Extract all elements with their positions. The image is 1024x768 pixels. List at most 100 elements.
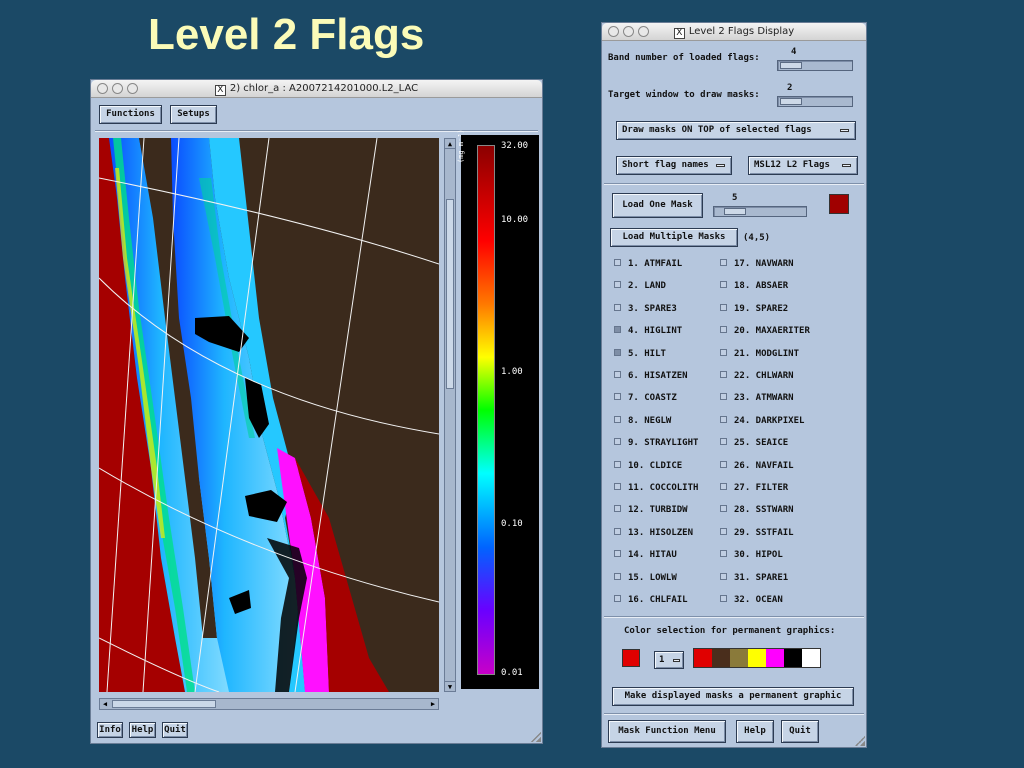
flag-row[interactable]: 2. LAND (614, 279, 666, 293)
flag-checkbox[interactable] (720, 483, 727, 490)
flag-row[interactable]: 18. ABSAER (720, 279, 788, 293)
image-vertical-scrollbar[interactable]: ▲ ▼ (444, 138, 456, 692)
image-window-titlebar[interactable]: X 2) chlor_a : A2007214201000.L2_LAC (91, 80, 542, 98)
horizontal-scroll-thumb[interactable] (112, 700, 216, 708)
vertical-scroll-thumb[interactable] (446, 199, 454, 389)
palette-color-swatch[interactable] (712, 649, 730, 667)
scroll-left-icon[interactable]: ◀ (100, 699, 110, 709)
flag-checkbox[interactable] (720, 393, 727, 401)
flag-checkbox[interactable] (614, 371, 621, 378)
flag-checkbox[interactable] (720, 348, 727, 356)
flag-row[interactable]: 16. CHLFAIL (614, 593, 688, 607)
flag-row[interactable]: 5. HILT (614, 347, 666, 361)
flag-row[interactable]: 30. HIPOL (720, 548, 783, 562)
palette-color-swatch[interactable] (784, 649, 802, 667)
palette-color-swatch[interactable] (766, 649, 784, 667)
flag-checkbox[interactable] (614, 415, 621, 423)
palette-color-swatch[interactable] (694, 649, 712, 667)
resize-grip-icon[interactable] (531, 732, 541, 742)
flag-checkbox[interactable] (720, 281, 727, 289)
help-button[interactable]: Help (129, 722, 156, 738)
flag-checkbox[interactable] (720, 572, 727, 580)
band-number-slider[interactable] (777, 60, 853, 71)
flag-row[interactable]: 19. SPARE2 (720, 302, 788, 316)
flag-checkbox[interactable] (720, 303, 727, 311)
flag-row[interactable]: 8. NEGLW (614, 414, 671, 428)
minimize-window-icon[interactable] (623, 26, 634, 37)
flag-checkbox[interactable] (614, 483, 621, 490)
flag-row[interactable]: 28. SSTWARN (720, 503, 794, 517)
flag-checkbox[interactable] (720, 438, 727, 446)
flags-quit-button[interactable]: Quit (781, 720, 819, 743)
setups-button[interactable]: Setups (170, 105, 217, 124)
flag-checkbox[interactable] (614, 550, 621, 558)
minimize-window-icon[interactable] (112, 83, 123, 94)
line-width-dropdown[interactable]: 1 (654, 651, 684, 669)
flag-checkbox[interactable] (614, 438, 621, 446)
flag-row[interactable]: 13. HISOLZEN (614, 526, 693, 540)
flag-checkbox[interactable] (720, 527, 727, 535)
flag-checkbox[interactable] (720, 550, 727, 558)
name-mode-dropdown[interactable]: Short flag names (616, 156, 732, 175)
quit-button[interactable]: Quit (162, 722, 188, 738)
flag-row[interactable]: 27. FILTER (720, 481, 788, 495)
flags-window-titlebar[interactable]: X Level 2 Flags Display (602, 23, 866, 41)
flag-row[interactable]: 20. MAXAERITER (720, 324, 810, 338)
zoom-window-icon[interactable] (127, 83, 138, 94)
flag-row[interactable]: 11. COCCOLITH (614, 481, 698, 495)
flag-checkbox[interactable] (614, 527, 621, 535)
flag-row[interactable]: 1. ATMFAIL (614, 257, 682, 271)
flags-help-button[interactable]: Help (736, 720, 774, 743)
flag-row[interactable]: 26. NAVFAIL (720, 459, 794, 473)
flag-checkbox[interactable] (614, 595, 621, 602)
flag-checkbox[interactable] (720, 505, 727, 513)
functions-button[interactable]: Functions (99, 105, 162, 124)
flag-checkbox[interactable] (720, 595, 727, 602)
chlorophyll-image[interactable] (99, 138, 439, 692)
flag-row[interactable]: 6. HISATZEN (614, 369, 688, 383)
scroll-down-icon[interactable]: ▼ (445, 681, 455, 691)
flag-checkbox[interactable] (614, 505, 621, 513)
flag-checkbox[interactable] (614, 259, 621, 266)
flag-checkbox[interactable] (614, 303, 621, 311)
flag-checkbox[interactable] (614, 348, 621, 356)
close-window-icon[interactable] (608, 26, 619, 37)
make-permanent-graphic-button[interactable]: Make displayed masks a permanent graphic (612, 687, 854, 706)
target-window-slider[interactable] (777, 96, 853, 107)
flag-row[interactable]: 10. CLDICE (614, 459, 682, 473)
flag-checkbox[interactable] (720, 371, 727, 378)
flag-checkbox[interactable] (720, 259, 727, 266)
flag-row[interactable]: 7. COASTZ (614, 391, 677, 405)
flag-checkbox[interactable] (614, 572, 621, 580)
draw-mode-dropdown[interactable]: Draw masks ON TOP of selected flags (616, 121, 856, 140)
palette-color-swatch[interactable] (748, 649, 766, 667)
flag-checkbox[interactable] (614, 281, 621, 289)
flag-checkbox[interactable] (614, 326, 621, 334)
flag-row[interactable]: 21. MODGLINT (720, 347, 799, 361)
flag-row[interactable]: 4. HIGLINT (614, 324, 682, 338)
palette-color-swatch[interactable] (730, 649, 748, 667)
scroll-right-icon[interactable]: ▶ (428, 699, 438, 709)
zoom-window-icon[interactable] (638, 26, 649, 37)
flag-checkbox[interactable] (720, 326, 727, 334)
image-horizontal-scrollbar[interactable]: ◀ ▶ (99, 698, 439, 710)
palette-color-swatch[interactable] (802, 649, 820, 667)
flag-row[interactable]: 32. OCEAN (720, 593, 783, 607)
flag-checkbox[interactable] (614, 393, 621, 401)
flag-row[interactable]: 23. ATMWARN (720, 391, 794, 405)
selected-color-swatch[interactable] (622, 649, 640, 667)
flag-row[interactable]: 9. STRAYLIGHT (614, 436, 698, 450)
flag-row[interactable]: 24. DARKPIXEL (720, 414, 804, 428)
load-one-mask-button[interactable]: Load One Mask (612, 193, 703, 218)
scroll-up-icon[interactable]: ▲ (445, 139, 455, 149)
flag-row[interactable]: 14. HITAU (614, 548, 677, 562)
flag-row[interactable]: 29. SSTFAIL (720, 526, 794, 540)
load-multiple-masks-button[interactable]: Load Multiple Masks (610, 228, 738, 247)
flag-set-dropdown[interactable]: MSL12 L2 Flags (748, 156, 858, 175)
flag-row[interactable]: 25. SEAICE (720, 436, 788, 450)
flag-row[interactable]: 31. SPARE1 (720, 571, 788, 585)
resize-grip-icon[interactable] (855, 736, 865, 746)
flag-row[interactable]: 15. LOWLW (614, 571, 677, 585)
flag-row[interactable]: 3. SPARE3 (614, 302, 677, 316)
flag-row[interactable]: 22. CHLWARN (720, 369, 794, 383)
